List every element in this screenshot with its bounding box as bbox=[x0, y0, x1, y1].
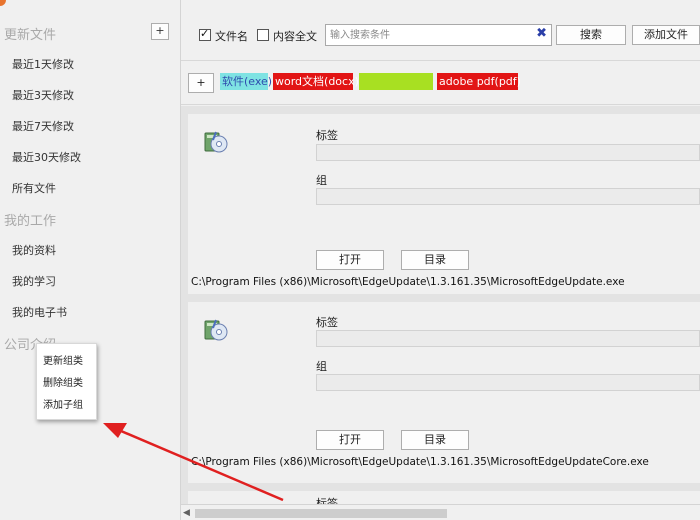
open-button[interactable]: 打开 bbox=[316, 430, 384, 450]
directory-button[interactable]: 目录 bbox=[401, 430, 469, 450]
sidebar-item-my-study[interactable]: 我的学习 bbox=[12, 273, 56, 289]
add-file-button[interactable]: 添加文件 bbox=[632, 25, 700, 45]
sidebar-item-last-30-days[interactable]: 最近30天修改 bbox=[12, 149, 81, 165]
file-card: 标签 组 打开 目录 C:\Program Files (x86)\Micros… bbox=[188, 302, 700, 483]
sidebar-item-my-ebooks[interactable]: 我的电子书 bbox=[12, 304, 67, 320]
sidebar-item-all-files[interactable]: 所有文件 bbox=[12, 180, 56, 196]
app-window: + 更新文件 最近1天修改 最近3天修改 最近7天修改 最近30天修改 所有文件… bbox=[0, 0, 700, 520]
sidebar: + 更新文件 最近1天修改 最近3天修改 最近7天修改 最近30天修改 所有文件… bbox=[0, 0, 181, 520]
tag-field-label: 标签 bbox=[316, 316, 338, 329]
app-logo-icon bbox=[0, 0, 6, 6]
tag-field-label: 标签 bbox=[316, 129, 338, 142]
search-box: ✖ bbox=[325, 24, 552, 46]
scrollbar-thumb[interactable] bbox=[195, 509, 447, 518]
group-field[interactable] bbox=[316, 188, 700, 205]
tag-field[interactable] bbox=[316, 144, 700, 161]
sidebar-item-last-1-day[interactable]: 最近1天修改 bbox=[12, 56, 74, 72]
group-title-update-files[interactable]: 更新文件 bbox=[4, 24, 56, 43]
tag-unlabeled-green[interactable] bbox=[359, 73, 433, 90]
tag-field-label: 标签 bbox=[316, 497, 338, 504]
file-card: 标签 bbox=[188, 491, 700, 504]
group-title-my-work[interactable]: 我的工作 bbox=[4, 210, 56, 229]
horizontal-scrollbar[interactable]: ◀ bbox=[181, 504, 700, 520]
directory-button[interactable]: 目录 bbox=[401, 250, 469, 270]
add-group-button[interactable]: + bbox=[151, 23, 169, 40]
menu-item-update-group[interactable]: 更新组类 bbox=[43, 352, 83, 367]
add-tag-button[interactable]: + bbox=[188, 73, 214, 93]
menu-item-delete-group[interactable]: 删除组类 bbox=[43, 374, 83, 389]
tag-software-exe[interactable]: 软件(exe) bbox=[220, 73, 272, 90]
group-field-label: 组 bbox=[316, 360, 327, 373]
tag-filter-bar: + 软件(exe) word文档(docx) adobe pdf(pdf) bbox=[181, 61, 700, 105]
search-button[interactable]: 搜索 bbox=[556, 25, 626, 45]
search-toolbar: 文件名 内容全文 ✖ 搜索 添加文件 bbox=[181, 0, 700, 61]
scroll-left-arrow-icon[interactable]: ◀ bbox=[183, 508, 190, 518]
installer-icon bbox=[204, 131, 228, 153]
tag-word-docx[interactable]: word文档(docx) bbox=[273, 73, 359, 90]
group-field-label: 组 bbox=[316, 174, 327, 187]
file-path: C:\Program Files (x86)\Microsoft\EdgeUpd… bbox=[191, 276, 625, 288]
filename-checkbox[interactable] bbox=[199, 27, 211, 41]
file-card: 标签 组 打开 目录 C:\Program Files (x86)\Micros… bbox=[188, 114, 700, 294]
tag-adobe-pdf[interactable]: adobe pdf(pdf) bbox=[437, 73, 521, 90]
sidebar-item-last-7-days[interactable]: 最近7天修改 bbox=[12, 118, 74, 134]
menu-item-add-subgroup[interactable]: 添加子组 bbox=[43, 396, 83, 411]
search-input[interactable] bbox=[326, 25, 526, 45]
installer-icon bbox=[204, 319, 228, 341]
file-list: 标签 组 打开 目录 C:\Program Files (x86)\Micros… bbox=[181, 106, 700, 504]
file-path: C:\Program Files (x86)\Microsoft\EdgeUpd… bbox=[191, 456, 649, 468]
group-field[interactable] bbox=[316, 374, 700, 391]
sidebar-item-my-materials[interactable]: 我的资料 bbox=[12, 242, 56, 258]
tag-field[interactable] bbox=[316, 330, 700, 347]
sidebar-item-last-3-days[interactable]: 最近3天修改 bbox=[12, 87, 74, 103]
fulltext-label: 内容全文 bbox=[273, 30, 317, 43]
group-context-menu: 更新组类 删除组类 添加子组 bbox=[36, 343, 97, 420]
filename-label: 文件名 bbox=[215, 30, 248, 43]
clear-search-icon[interactable]: ✖ bbox=[536, 26, 547, 41]
fulltext-checkbox[interactable] bbox=[257, 29, 269, 41]
open-button[interactable]: 打开 bbox=[316, 250, 384, 270]
